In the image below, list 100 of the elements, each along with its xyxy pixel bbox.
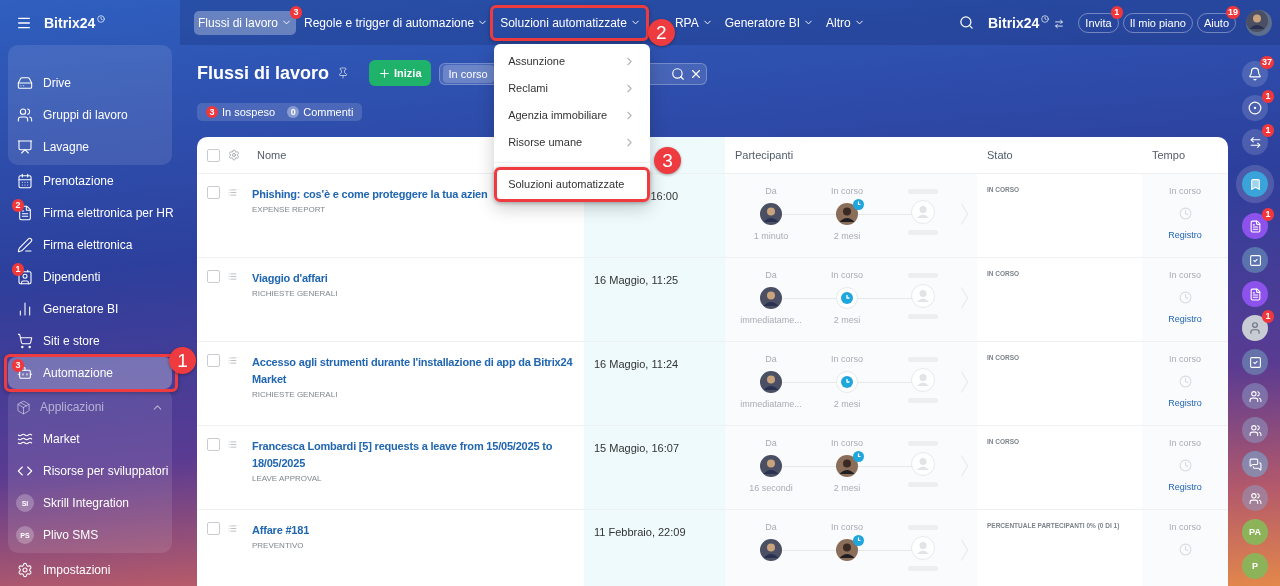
log-link[interactable]: Registro bbox=[1168, 314, 1202, 324]
rail-button[interactable] bbox=[1242, 281, 1268, 307]
rail-button[interactable] bbox=[1242, 485, 1268, 511]
count-badge: 1 bbox=[1262, 90, 1274, 103]
pin-icon[interactable] bbox=[337, 67, 350, 79]
rail-button[interactable] bbox=[1242, 383, 1268, 409]
group-icon bbox=[1248, 491, 1262, 505]
sidebar-item[interactable]: Lavagne bbox=[8, 131, 172, 163]
nav-tab[interactable]: Generatore BI bbox=[720, 10, 819, 35]
count-badge: 19 bbox=[1226, 5, 1240, 19]
sidebar-label: Skrill Integration bbox=[43, 496, 130, 510]
log-link[interactable]: Registro bbox=[1168, 230, 1202, 240]
form-icon bbox=[1248, 219, 1262, 233]
nav-tab[interactable]: Soluzioni automatizzate bbox=[496, 10, 645, 35]
stage-time: 2 mesi bbox=[833, 483, 861, 494]
search-icon[interactable] bbox=[959, 15, 974, 30]
workflow-link[interactable]: Affare #181 bbox=[252, 522, 574, 539]
count-badge: 3 bbox=[206, 106, 218, 118]
rail-button[interactable] bbox=[1242, 247, 1268, 273]
cart-icon bbox=[17, 333, 33, 349]
log-link[interactable]: Registro bbox=[1168, 482, 1202, 492]
sidebar-item[interactable]: Market bbox=[8, 423, 172, 455]
user-avatar bbox=[760, 539, 782, 561]
clock-badge-icon bbox=[853, 451, 864, 462]
count-badge: 1 bbox=[12, 263, 24, 276]
nav-tab[interactable]: Regole e trigger di automazione bbox=[300, 10, 493, 35]
workflow-type: EXPENSE REPORT bbox=[252, 205, 327, 214]
clock-icon bbox=[1178, 459, 1192, 472]
user-avatar bbox=[760, 455, 782, 477]
column-header: Partecipanti bbox=[735, 149, 794, 161]
task-icon bbox=[1248, 355, 1262, 369]
clock-icon bbox=[1178, 543, 1192, 556]
swap-icon[interactable] bbox=[1054, 18, 1065, 29]
checkbox[interactable] bbox=[207, 186, 220, 199]
sidebar-item[interactable]: Drive bbox=[8, 67, 172, 99]
search-icon[interactable] bbox=[670, 67, 685, 81]
stage-time: 1 minuto bbox=[753, 231, 789, 242]
workflow-link[interactable]: Viaggio d'affari bbox=[252, 270, 574, 287]
group-icon bbox=[1248, 423, 1262, 437]
rail-button[interactable] bbox=[1242, 315, 1268, 341]
sidebar-item[interactable]: Generatore BI bbox=[8, 293, 172, 325]
drag-handle-icon[interactable] bbox=[228, 522, 237, 535]
sidebar-item[interactable]: Firma elettronica bbox=[8, 229, 172, 261]
count-badge: 1 bbox=[1262, 124, 1274, 137]
count-badge: 2 bbox=[12, 199, 24, 212]
drag-handle-icon[interactable] bbox=[228, 354, 237, 367]
filter-chip[interactable]: In corso bbox=[442, 65, 494, 83]
time-state: In corso bbox=[1169, 522, 1201, 533]
sidebar-item[interactable]: Prenotazione bbox=[8, 165, 172, 197]
clock-icon bbox=[97, 14, 106, 23]
drag-handle-icon[interactable] bbox=[228, 270, 237, 283]
sidebar-item[interactable]: Gruppi di lavoro bbox=[8, 99, 172, 131]
sidebar-item[interactable]: Siti e store bbox=[8, 325, 172, 357]
checkbox[interactable] bbox=[207, 438, 220, 451]
clock-icon bbox=[1041, 14, 1050, 23]
sidebar-item[interactable]: 2 Firma elettronica per HR bbox=[8, 197, 172, 229]
nav-tab[interactable]: Altro bbox=[822, 10, 869, 35]
column-header: Tempo bbox=[1152, 149, 1186, 161]
rail-button[interactable] bbox=[1242, 451, 1268, 477]
counter-label[interactable]: In sospeso bbox=[222, 106, 276, 118]
user-avatar[interactable] bbox=[1246, 9, 1272, 36]
time-state: In corso bbox=[1169, 438, 1201, 449]
user-avatar bbox=[760, 371, 782, 393]
rail-button[interactable] bbox=[1242, 417, 1268, 443]
checkbox[interactable] bbox=[207, 522, 220, 535]
drag-handle-icon[interactable] bbox=[228, 438, 237, 451]
bar-chart-icon bbox=[17, 301, 33, 317]
settings-item[interactable]: Impostazioni bbox=[8, 554, 172, 586]
comment-icon bbox=[1248, 457, 1262, 471]
user-avatar bbox=[760, 287, 782, 309]
page-title: Flussi di lavoro bbox=[197, 62, 330, 84]
checkbox[interactable] bbox=[207, 148, 220, 162]
sidebar-item[interactable]: 1 Dipendenti bbox=[8, 261, 172, 293]
checkbox[interactable] bbox=[207, 270, 220, 283]
rail-button[interactable] bbox=[1242, 349, 1268, 375]
workflow-type: RICHIESTE GENERALI bbox=[252, 289, 339, 298]
menu-item[interactable]: Agenzia immobiliare bbox=[494, 101, 651, 129]
stage-label: Da bbox=[765, 522, 777, 533]
rail-button[interactable] bbox=[1242, 213, 1268, 239]
workflow-type: RICHIESTE GENERALI bbox=[252, 390, 339, 399]
users-icon bbox=[17, 107, 33, 123]
drag-handle-icon[interactable] bbox=[228, 186, 237, 199]
bookmark-icon bbox=[1248, 177, 1262, 191]
checkbox[interactable] bbox=[207, 354, 220, 367]
stage-time: immediatame... bbox=[740, 399, 802, 410]
log-link[interactable]: Registro bbox=[1168, 398, 1202, 408]
sidebar-item[interactable]: Risorse per sviluppatori bbox=[8, 455, 172, 487]
workflow-link[interactable]: Francesca Lombardi [5] requests a leave from 15/05/2025 to 18/05/2025 bbox=[252, 438, 574, 472]
sidebar-label: Plivo SMS bbox=[43, 528, 99, 542]
task-icon bbox=[1248, 253, 1262, 267]
waves-icon bbox=[17, 431, 33, 447]
counter-label[interactable]: Commenti bbox=[303, 106, 354, 118]
stage-label: In corso bbox=[831, 270, 863, 281]
count-badge: 3 bbox=[12, 359, 24, 372]
rail-button[interactable] bbox=[1242, 129, 1268, 155]
menu-item[interactable]: Risorse umane bbox=[494, 128, 651, 156]
clock-icon bbox=[1178, 375, 1192, 388]
sidebar-item[interactable]: 3 Automazione bbox=[8, 357, 172, 389]
rail-button[interactable] bbox=[1242, 95, 1268, 121]
workflow-link[interactable]: Accesso agli strumenti durante l'installazione di app da Bitrix24 Market bbox=[252, 354, 574, 388]
